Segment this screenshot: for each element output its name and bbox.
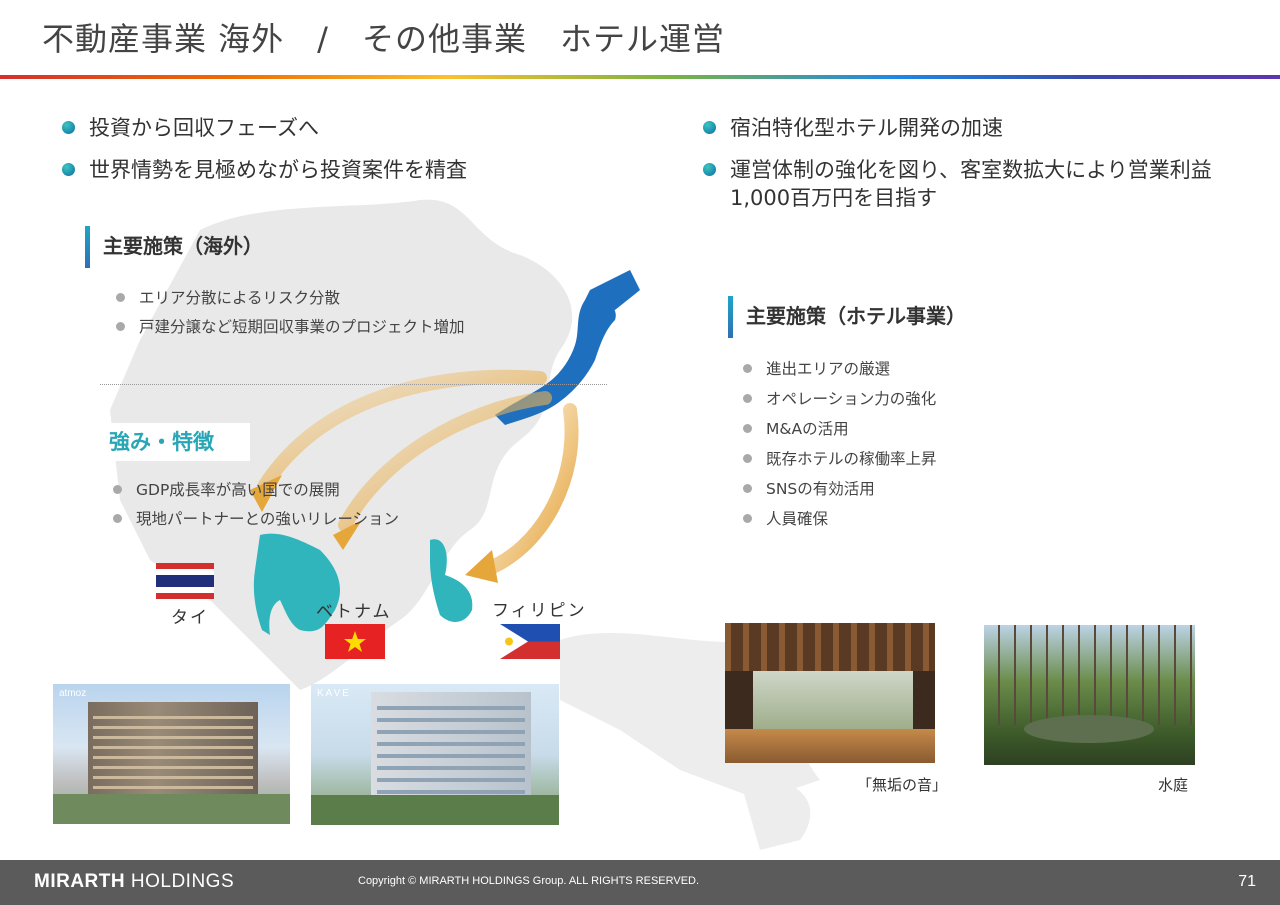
bullet-dot-icon: [703, 121, 716, 134]
vietnam-flag-icon: [325, 624, 385, 659]
country-philippines: フィリピン: [492, 601, 587, 621]
mizuniwa-photo: [984, 625, 1195, 765]
thailand-flag-icon: [156, 563, 214, 599]
strength-heading: 強み・特徴: [100, 423, 250, 461]
hotel-measure-6: 人員確保: [743, 507, 828, 529]
country-vietnam: ベトナム: [316, 602, 392, 622]
hotel-measure-1: 進出エリアの厳選: [743, 357, 890, 379]
hotel-measure-5: SNSの有効活用: [743, 477, 875, 499]
hotel-measure-4: 既存ホテルの稼働率上昇: [743, 447, 937, 469]
divider-dotted: [100, 384, 607, 385]
country-thailand: タイ: [171, 608, 209, 628]
copyright-text: Copyright © MIRARTH HOLDINGS Group. ALL …: [358, 875, 700, 887]
atmoz-building-photo: atmoz: [53, 684, 290, 824]
left-bullet-2: 世界情勢を見極めながら投資案件を精査: [62, 156, 467, 184]
philippines-shape: [430, 539, 473, 622]
philippines-flag-icon: [500, 624, 560, 659]
right-bullet-1: 宿泊特化型ホテル開発の加速: [703, 114, 1003, 142]
kave-building-photo: KAVE: [311, 684, 559, 825]
atmoz-logo: atmoz: [59, 688, 87, 699]
overseas-measure-2: 戸建分譲など短期回収事業のプロジェクト増加: [116, 315, 465, 337]
caption-mizuniwa: 水庭: [1158, 776, 1189, 794]
hotel-measure-3: M&Aの活用: [743, 417, 849, 439]
strength-1: GDP成長率が高い国での展開: [113, 478, 340, 500]
right-bullet-2: 運営体制の強化を図り、客室数拡大により営業利益: [703, 156, 1212, 184]
mukunooto-photo: [725, 623, 935, 763]
overseas-measures-heading: 主要施策（海外）: [85, 226, 263, 268]
hotel-measure-2: オペレーション力の強化: [743, 387, 936, 409]
left-bullet-1: 投資から回収フェーズへ: [62, 114, 319, 142]
overseas-measure-1: エリア分散によるリスク分散: [116, 286, 340, 308]
right-bullet-2-cont: 1,000百万円を目指す: [730, 186, 938, 210]
arrow-to-philippines-head: [465, 550, 498, 583]
australia-shape: [740, 778, 811, 850]
caption-mukunooto: 「無垢の音」: [857, 776, 948, 794]
strength-2: 現地パートナーとの強いリレーション: [113, 507, 399, 529]
bullet-dot-icon: [703, 163, 716, 176]
bullet-dot-icon: [62, 121, 75, 134]
page-title: 不動産事業 海外 / その他事業 ホテル運営: [42, 20, 725, 58]
brand-logo: MIRARTH HOLDINGS: [34, 871, 235, 892]
kave-logo: KAVE: [317, 688, 351, 699]
hotel-measures-heading: 主要施策（ホテル事業）: [728, 296, 966, 338]
rainbow-divider: [0, 75, 1280, 79]
footer: MIRARTH HOLDINGS Copyright © MIRARTH HOL…: [0, 860, 1280, 905]
page-number: 71: [1238, 873, 1256, 890]
bullet-dot-icon: [62, 163, 75, 176]
